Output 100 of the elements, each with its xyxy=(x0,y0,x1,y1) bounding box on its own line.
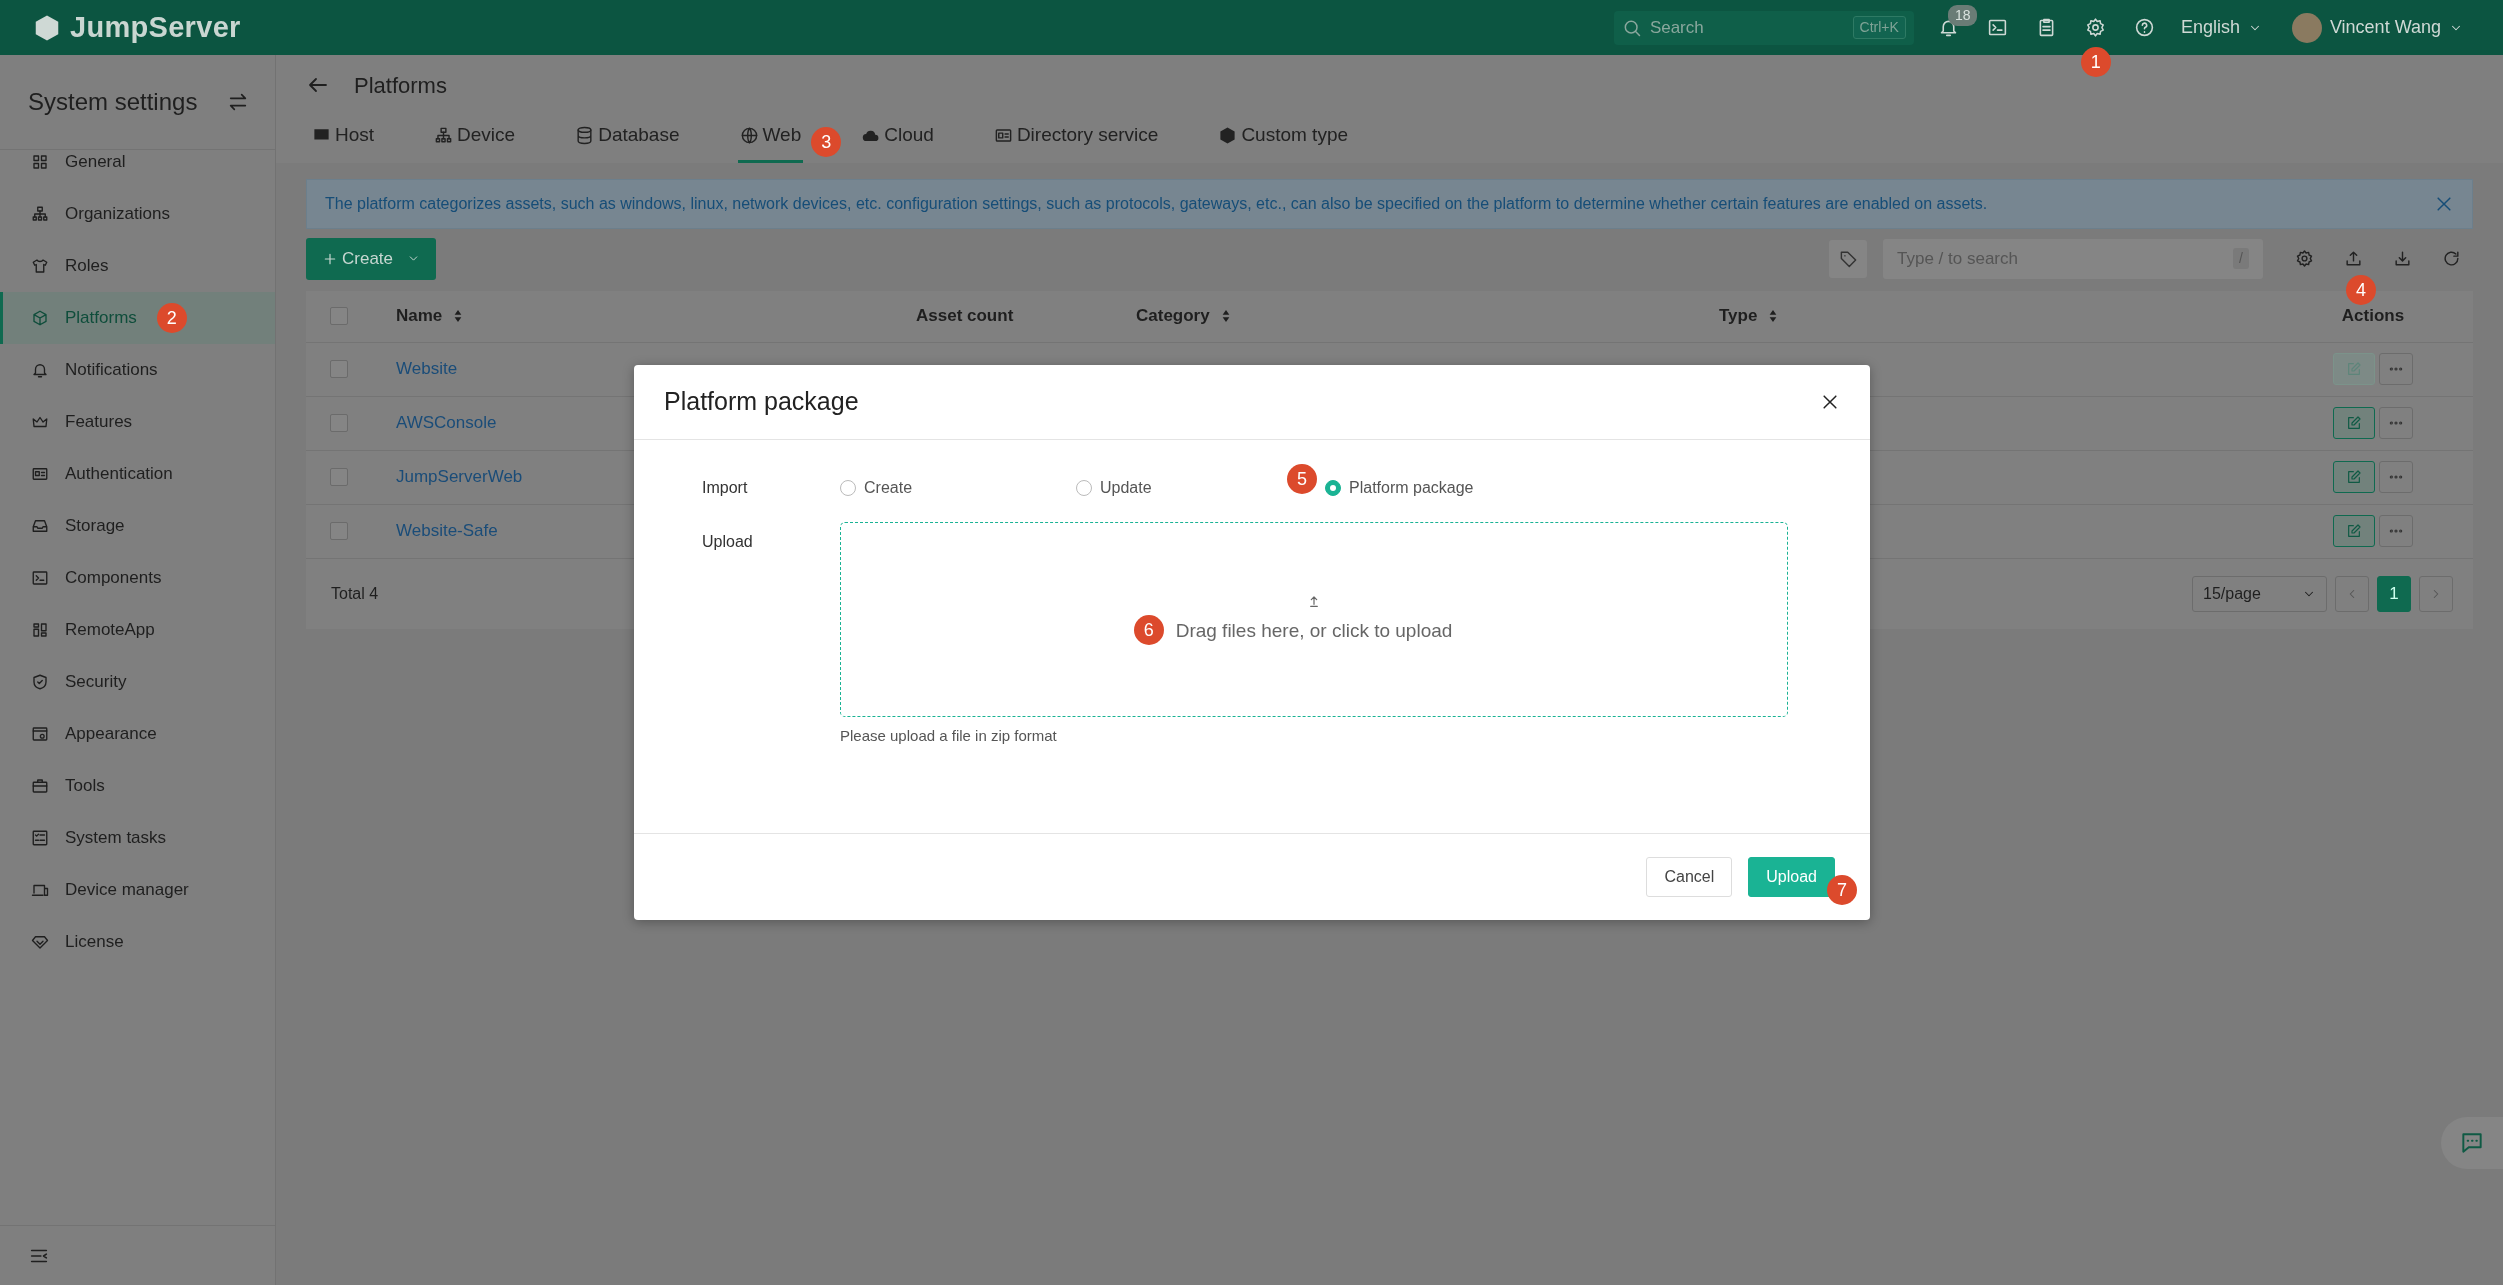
sidebar-item[interactable]: RemoteApp xyxy=(0,604,275,656)
sitemap-icon xyxy=(31,205,49,223)
column-header: Actions xyxy=(2341,305,2405,328)
upload-button[interactable]: Upload xyxy=(1748,857,1835,897)
bell-icon xyxy=(31,361,49,379)
chat-icon[interactable] xyxy=(2459,1130,2485,1156)
sidebar-item[interactable]: Organizations xyxy=(0,188,275,240)
field-label: Import xyxy=(702,478,749,498)
search-field[interactable]: Search Ctrl+K xyxy=(1613,10,1914,45)
sidebar-item[interactable]: License xyxy=(0,916,275,968)
step-marker: 5 xyxy=(1287,464,1317,494)
notification-count: 18 xyxy=(1947,5,1978,26)
edit-button[interactable] xyxy=(2333,407,2375,439)
sidebar-item[interactable]: Roles xyxy=(0,240,275,292)
radio-label[interactable]: Create xyxy=(864,476,913,500)
checklist-icon xyxy=(31,829,49,847)
platform-link[interactable]: Website-Safe xyxy=(396,521,498,541)
platform-link[interactable]: Website xyxy=(396,359,458,379)
user-menu[interactable]: Vincent Wang xyxy=(2291,12,2463,43)
diamond-icon xyxy=(31,933,49,951)
step-marker: 7 xyxy=(1827,875,1857,905)
column-header: Category xyxy=(1136,305,1210,328)
id-card-icon xyxy=(31,465,49,483)
step-marker: 1 xyxy=(2080,47,2111,77)
more-button[interactable] xyxy=(2379,353,2413,385)
download-icon[interactable] xyxy=(2393,249,2412,268)
sidebar-item[interactable]: Appearance xyxy=(0,708,275,760)
logo-text: JumpServer xyxy=(70,9,241,45)
tab[interactable]: Database xyxy=(573,115,682,163)
cube-icon xyxy=(31,309,49,327)
tab[interactable]: Cloud xyxy=(859,115,936,163)
platform-link[interactable]: JumpServerWeb xyxy=(396,467,523,487)
more-button[interactable] xyxy=(2379,407,2413,439)
help-icon[interactable] xyxy=(2133,17,2155,38)
step-marker: 6 xyxy=(1133,615,1164,646)
inbox-icon xyxy=(31,517,49,535)
tab[interactable]: Device xyxy=(432,115,518,163)
checkbox[interactable] xyxy=(330,414,348,432)
refresh-icon[interactable] xyxy=(2442,249,2461,268)
sidebar-item[interactable]: Authentication xyxy=(0,448,275,500)
previous-page-button[interactable] xyxy=(2335,575,2369,612)
page-size-select[interactable]: 15/page xyxy=(2192,575,2327,612)
tag-icon[interactable] xyxy=(1838,249,1858,268)
radio-button[interactable] xyxy=(1325,480,1341,496)
radio-label[interactable]: Platform package xyxy=(1349,476,1474,500)
settings-icon[interactable] xyxy=(2295,249,2314,268)
shield-icon xyxy=(31,673,49,691)
sidebar-item[interactable]: Notifications xyxy=(0,344,275,396)
more-button[interactable] xyxy=(2379,515,2413,547)
sidebar-item[interactable]: Features xyxy=(0,396,275,448)
network-icon xyxy=(434,125,454,145)
sidebar-item[interactable]: System tasks xyxy=(0,812,275,864)
swap-icon[interactable] xyxy=(227,91,249,113)
step-marker: 2 xyxy=(156,303,187,333)
field-label: Upload xyxy=(702,532,754,552)
column-header: Asset count xyxy=(916,305,1014,328)
next-page-button[interactable] xyxy=(2419,575,2453,612)
sidebar-item[interactable]: Storage xyxy=(0,500,275,552)
sidebar-title: System settings xyxy=(28,87,198,117)
checkbox[interactable] xyxy=(330,360,348,378)
more-button[interactable] xyxy=(2379,461,2413,493)
apps-icon xyxy=(31,621,49,639)
column-header: Name xyxy=(396,305,443,328)
briefcase-icon xyxy=(31,777,49,795)
terminal-icon[interactable] xyxy=(1986,17,2008,38)
cancel-button[interactable]: Cancel xyxy=(1646,857,1733,897)
upload-dropzone[interactable]: 6 Drag files here, or click to upload xyxy=(840,522,1788,717)
sidebar-item[interactable]: Tools xyxy=(0,760,275,812)
sidebar-item[interactable]: Device manager xyxy=(0,864,275,916)
settings-icon[interactable] xyxy=(2084,17,2106,38)
tab[interactable]: Custom type xyxy=(1216,115,1351,163)
sidebar-item[interactable]: Components xyxy=(0,552,275,604)
upload-icon[interactable] xyxy=(2344,249,2363,268)
tab[interactable]: Host xyxy=(310,115,377,163)
language-menu[interactable]: English xyxy=(2180,14,2262,41)
create-button[interactable]: Create xyxy=(306,237,437,280)
terminal-icon xyxy=(31,569,49,587)
window-icon xyxy=(31,725,49,743)
sidebar-item[interactable]: General xyxy=(0,136,275,188)
sidebar-item[interactable]: Security xyxy=(0,656,275,708)
radio-label[interactable]: Update xyxy=(1100,476,1152,500)
edit-icon xyxy=(2346,469,2362,485)
step-marker: 4 xyxy=(2346,275,2376,305)
edit-icon xyxy=(2346,415,2362,431)
step-marker: 3 xyxy=(811,127,842,157)
checkbox[interactable] xyxy=(330,307,348,325)
tab[interactable]: Directory service xyxy=(991,115,1161,163)
dialog-title: Platform package xyxy=(664,386,859,418)
alert-text: The platform categorizes assets, such as windows, linux, network devices, etc. configuration settings, such as protocols, gateways, etc., can also be specified on the platform to determine whether certain features are enabled on assets. xyxy=(325,193,1988,214)
platform-link[interactable]: AWSConsole xyxy=(396,413,497,433)
edit-button[interactable] xyxy=(2333,461,2375,493)
edit-button[interactable] xyxy=(2333,515,2375,547)
dropzone-text: Drag files here, or click to upload xyxy=(1175,620,1453,642)
avatar xyxy=(2291,12,2322,43)
checkbox[interactable] xyxy=(330,468,348,486)
sidebar-item[interactable]: Platforms 2 xyxy=(0,292,275,344)
grid-icon xyxy=(31,153,49,171)
shirt-icon xyxy=(31,257,49,275)
page-number[interactable]: 1 xyxy=(2377,575,2411,612)
checkbox[interactable] xyxy=(330,522,348,540)
